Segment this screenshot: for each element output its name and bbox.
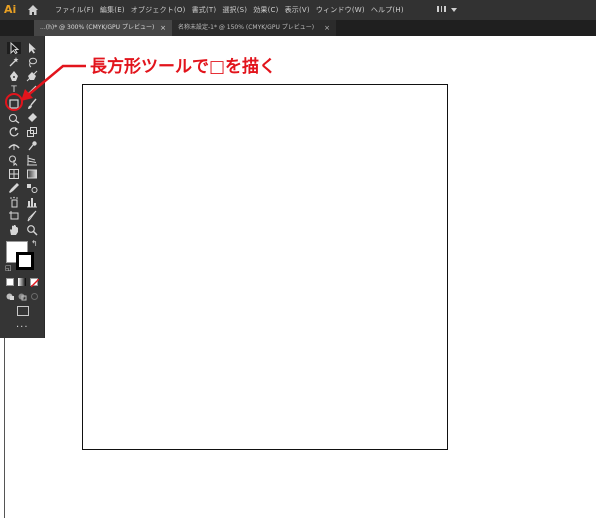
eyedropper-icon[interactable] [7,182,21,194]
blend-tool-icon[interactable] [25,182,39,194]
hand-tool-icon[interactable] [7,224,21,236]
mesh-tool-icon[interactable] [7,168,21,180]
rectangle-tool-highlight [5,93,23,111]
width-tool-icon[interactable] [7,140,21,152]
menu-view[interactable]: 表示(V) [285,5,310,15]
tab-label: 名称未設定-1* @ 150% (CMYK/GPU プレビュー) [178,24,315,31]
screen-mode-icon[interactable] [17,306,29,316]
shape-builder-icon[interactable] [7,154,21,166]
eraser-icon[interactable] [25,112,39,124]
perspective-grid-icon[interactable] [25,154,39,166]
paintbrush-icon[interactable] [25,98,39,110]
workspace-switcher-icon[interactable] [437,6,458,14]
lasso-icon[interactable] [25,56,39,68]
draw-behind-icon[interactable] [18,292,27,301]
menu-edit[interactable]: 編集(E) [100,5,125,15]
menu-file[interactable]: ファイル(F) [55,5,94,15]
tab-label: ...(h)* @ 300% (CMYK/GPU プレビュー) [40,24,155,31]
line-tool-icon[interactable] [25,84,39,96]
document-tab-active[interactable]: ...(h)* @ 300% (CMYK/GPU プレビュー) × [34,20,172,36]
menu-effect[interactable]: 効果(C) [253,5,278,15]
draw-normal-icon[interactable] [6,292,15,301]
default-fill-stroke-icon[interactable]: ◱ [5,264,13,272]
color-mode-icon[interactable] [6,278,14,286]
document-tab-inactive[interactable]: 名称未設定-1* @ 150% (CMYK/GPU プレビュー) × [172,20,336,36]
draw-inside-icon[interactable] [30,292,39,301]
graph-tool-icon[interactable] [25,196,39,208]
menu-bar: Ai ファイル(F) 編集(E) オブジェクト(O) 書式(T) 選択(S) 効… [0,0,596,20]
scale-tool-icon[interactable] [25,126,39,138]
stroke-color-swatch[interactable] [16,252,34,270]
symbol-sprayer-icon[interactable] [7,196,21,208]
menu-help[interactable]: ヘルプ(H) [371,5,404,15]
magic-wand-icon[interactable] [7,56,21,68]
menu-select[interactable]: 選択(S) [222,5,247,15]
menu-items: ファイル(F) 編集(E) オブジェクト(O) 書式(T) 選択(S) 効果(C… [55,0,410,20]
menu-window[interactable]: ウィンドウ(W) [316,5,365,15]
home-icon[interactable] [27,4,39,16]
document-tab-bar: ...(h)* @ 300% (CMYK/GPU プレビュー) × 名称未設定-… [0,20,596,36]
rotate-tool-icon[interactable] [7,126,21,138]
gradient-mode-icon[interactable] [18,278,26,286]
annotation-text: 長方形ツールで□を描く [90,57,277,77]
menu-object[interactable]: オブジェクト(O) [131,5,186,15]
tab-close-button[interactable]: × [324,20,330,36]
slice-tool-icon[interactable] [25,210,39,222]
selection-tool-icon[interactable] [7,42,21,54]
zoom-tool-icon[interactable] [25,224,39,236]
edit-toolbar-icon[interactable]: ... [16,320,30,330]
tab-close-button[interactable]: × [160,20,166,36]
direct-selection-tool-icon[interactable] [25,42,39,54]
menu-type[interactable]: 書式(T) [192,5,217,15]
drawn-rectangle [82,84,448,450]
none-mode-icon[interactable] [30,278,39,287]
swap-fill-stroke-icon[interactable]: ↰ [31,240,39,248]
app-logo: Ai [4,3,17,16]
puppet-warp-icon[interactable] [25,140,39,152]
shaper-tool-icon[interactable] [7,112,21,124]
artboard-tool-icon[interactable] [7,210,21,222]
curvature-tool-icon[interactable] [25,70,39,82]
gradient-tool-icon[interactable] [25,168,39,180]
pen-tool-icon[interactable] [7,70,21,82]
